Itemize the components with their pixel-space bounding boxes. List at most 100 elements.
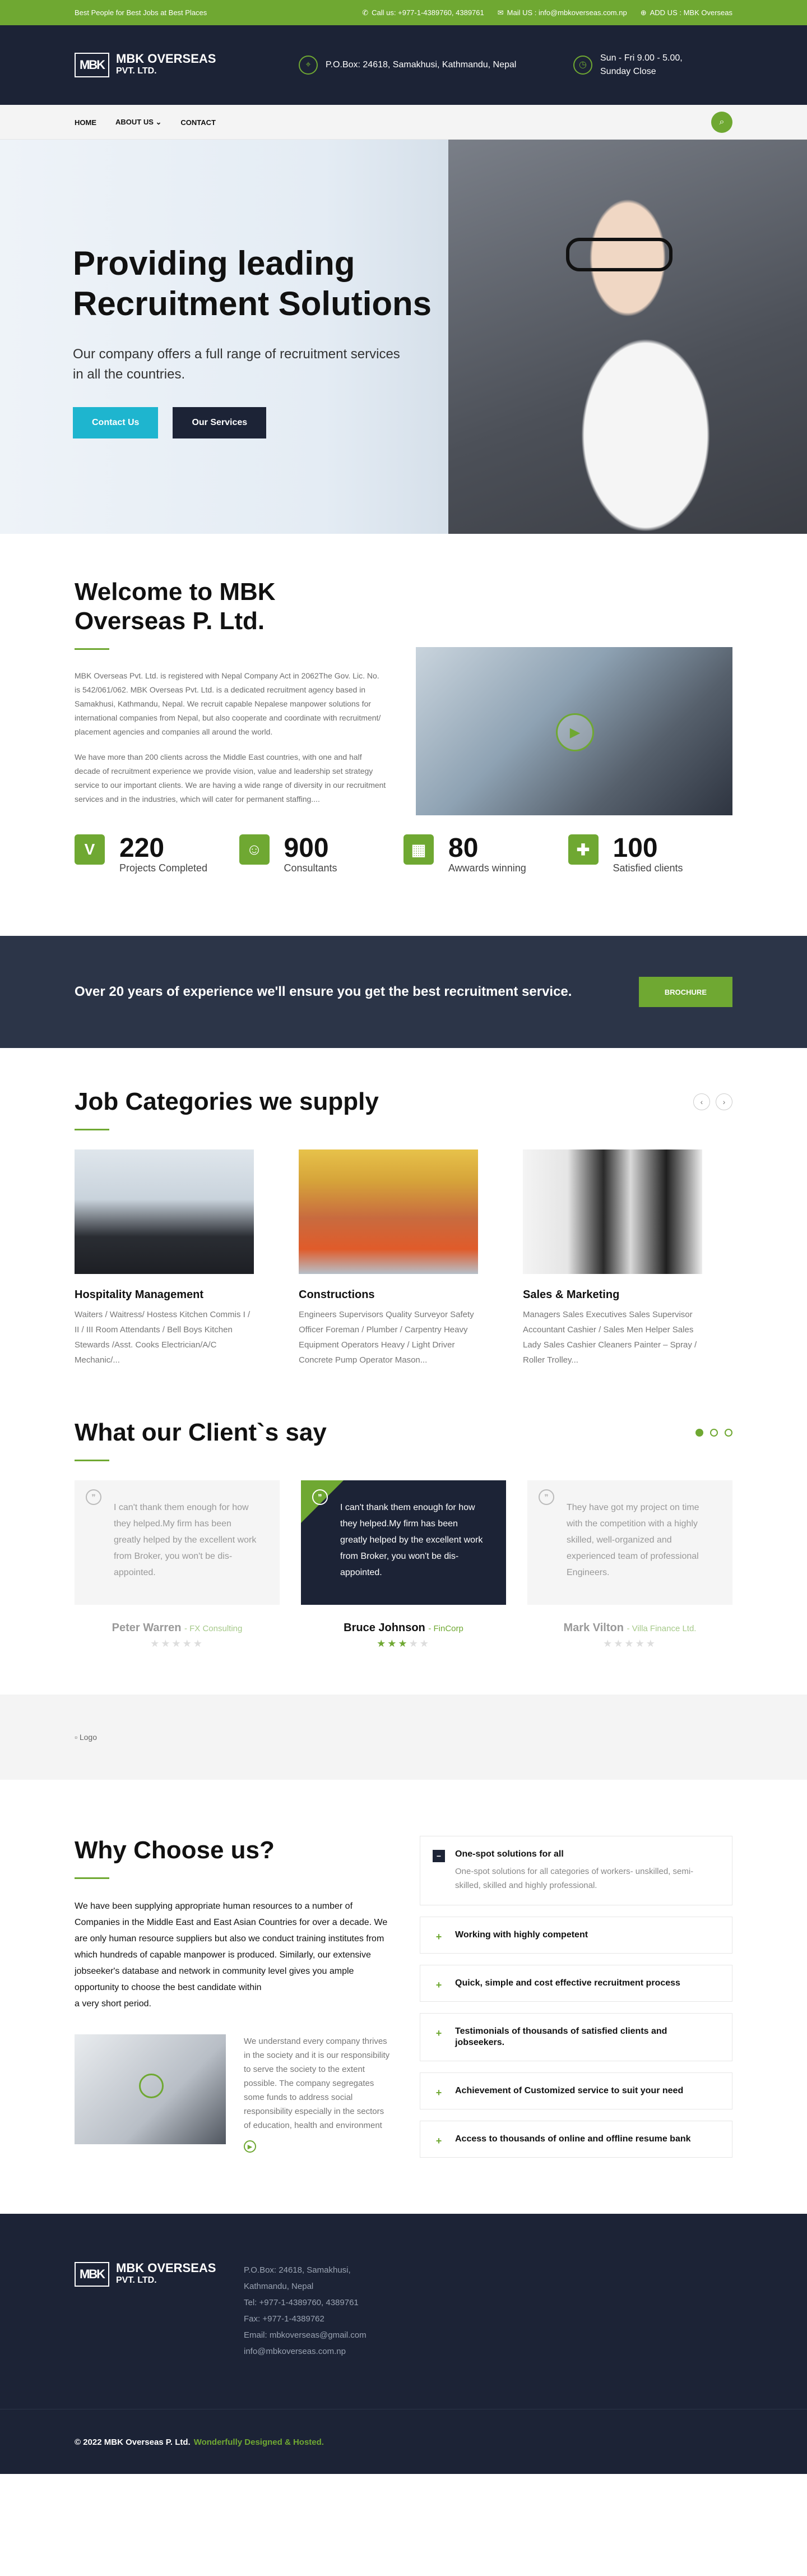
testimonial-card: ❞ I can't thank them enough for how they… [301, 1480, 506, 1650]
footer-address: P.O.Box: 24618, Samakhusi, Kathmandu, Ne… [244, 2262, 367, 2360]
title-underline [75, 1129, 109, 1130]
copyright-bar: © 2022 MBK Overseas P. Ltd. Wonderfully … [0, 2409, 807, 2474]
title-underline [75, 648, 109, 650]
stat-projects: V 220 Projects Completed [75, 834, 239, 874]
plus-icon[interactable]: + [433, 1931, 445, 1943]
title-underline [75, 1877, 109, 1879]
category-card[interactable]: Constructions Engineers Supervisors Qual… [299, 1149, 478, 1368]
main-nav: HOME ABOUT US ⌄ CONTACT ⌕ [0, 105, 807, 140]
welcome-section: Welcome to MBK Overseas P. Ltd. MBK Over… [0, 534, 807, 908]
category-card[interactable]: Sales & Marketing Managers Sales Executi… [523, 1149, 702, 1368]
mail-info[interactable]: ✉ Mail US : info@mbkoverseas.com.np [498, 8, 627, 17]
accordion-item[interactable]: + Access to thousands of online and offl… [420, 2121, 732, 2158]
user-plus-icon: ⊕ [640, 8, 647, 17]
welcome-paragraph-2: We have more than 200 clients across the… [75, 753, 386, 804]
site-logo[interactable]: MBK MBK OVERSEAS PVT. LTD. [75, 53, 299, 77]
clock-icon: ◷ [573, 56, 592, 75]
hero-image-detail [566, 238, 672, 271]
rating-stars: ★★★★★ [377, 1638, 430, 1649]
prev-arrow-icon[interactable]: ‹ [693, 1093, 710, 1110]
hero-subtitle: Our company offers a full range of recru… [73, 347, 400, 382]
minus-icon[interactable]: − [433, 1850, 445, 1862]
logo-mark: MBK [75, 2262, 109, 2287]
add-info[interactable]: ⊕ ADD US : MBK Overseas [641, 8, 732, 17]
our-services-button[interactable]: Our Services [173, 407, 267, 438]
nav-contact[interactable]: CONTACT [180, 118, 216, 127]
footer-email-link[interactable]: Email: mbkoverseas@gmail.com [244, 2327, 367, 2343]
category-text: Engineers Supervisors Quality Surveyor S… [299, 1310, 474, 1365]
search-icon: ⌕ [719, 117, 725, 127]
category-title[interactable]: Constructions [299, 1289, 478, 1301]
vimeo-icon: V [75, 834, 105, 865]
why-title: Why Choose us? [75, 1836, 275, 1864]
why-image [75, 2034, 226, 2144]
header-address: ⌖ P.O.Box: 24618, Samakhusi, Kathmandu, … [299, 56, 573, 75]
github-icon: ☺ [239, 834, 270, 865]
welcome-video-image[interactable]: ▶ [416, 647, 732, 815]
cta-band: Over 20 years of experience we'll ensure… [0, 936, 807, 1048]
category-title[interactable]: Sales & Marketing [523, 1289, 702, 1301]
slider-dot[interactable] [710, 1429, 718, 1437]
footer-logo[interactable]: MBK MBK OVERSEAS PVT. LTD. [75, 2262, 244, 2360]
copyright-text: © 2022 MBK Overseas P. Ltd. [75, 2437, 191, 2447]
stat-awards: ▦ 80 Awwards winning [404, 834, 568, 874]
accordion-item[interactable]: + Working with highly competent [420, 1917, 732, 1954]
stat-clients: ✚ 100 Satisfied clients [568, 834, 733, 874]
welcome-paragraph-1: MBK Overseas Pvt. Ltd. is registered wit… [75, 671, 381, 736]
call-info[interactable]: ✆ Call us: +977-1-4389760, 4389761 [362, 8, 484, 17]
nav-home[interactable]: HOME [75, 118, 96, 127]
brochure-button[interactable]: BROCHURE [638, 977, 732, 1007]
testimonial-quote: ❞ I can't thank them enough for how they… [301, 1480, 506, 1605]
why-sub-text: We understand every company thrives in t… [244, 2037, 390, 2130]
accordion-item[interactable]: + Quick, simple and cost effective recru… [420, 1965, 732, 2002]
hero-image [448, 140, 807, 534]
category-image [299, 1149, 478, 1274]
nav-about-us[interactable]: ABOUT US ⌄ [115, 118, 161, 127]
testimonials-title: What our Client`s say [75, 1419, 327, 1446]
testimonial-card: ❞ They have got my project on time with … [527, 1480, 732, 1650]
job-categories-section: Job Categories we supply ‹ › Hospitality… [0, 1048, 807, 1401]
rating-stars: ★★★★★ [603, 1638, 657, 1649]
category-title[interactable]: Hospitality Management [75, 1289, 254, 1301]
qrcode-icon: ▦ [404, 834, 434, 865]
mail-icon: ✉ [497, 8, 504, 17]
testimonial-author: Peter Warren - FX Consulting [112, 1622, 243, 1634]
read-more-icon[interactable]: ▶ [244, 2140, 256, 2153]
testimonial-author: Mark Vilton - Villa Finance Ltd. [563, 1622, 697, 1634]
slider-dot[interactable] [725, 1429, 732, 1437]
title-underline [75, 1460, 109, 1461]
plus-icon[interactable]: + [433, 2086, 445, 2099]
credit-link[interactable]: Wonderfully Designed & Hosted. [194, 2437, 324, 2447]
categories-title: Job Categories we supply [75, 1088, 379, 1115]
accordion-item[interactable]: + Testimonials of thousands of satisfied… [420, 2013, 732, 2061]
header: MBK MBK OVERSEAS PVT. LTD. ⌖ P.O.Box: 24… [0, 25, 807, 105]
footer-email-link[interactable]: info@mbkoverseas.com.np [244, 2343, 367, 2360]
plus-icon[interactable]: + [433, 1979, 445, 1991]
play-icon[interactable]: ▶ [556, 713, 595, 751]
category-text: Managers Sales Executives Sales Supervis… [523, 1310, 697, 1365]
accordion-item[interactable]: − One-spot solutions for all One-spot so… [420, 1836, 732, 1905]
category-card[interactable]: Hospitality Management Waiters / Waitres… [75, 1149, 254, 1368]
quote-icon: ❞ [539, 1489, 554, 1505]
cta-text: Over 20 years of experience we'll ensure… [75, 984, 572, 999]
quote-icon: ❞ [86, 1489, 101, 1505]
top-bar: Best People for Best Jobs at Best Places… [0, 0, 807, 25]
hero-banner: Providing leading Recruitment Solutions … [0, 140, 807, 534]
gift-icon: ✚ [568, 834, 599, 865]
header-hours: ◷ Sun - Fri 9.00 - 5.00, Sunday Close [573, 52, 683, 79]
contact-us-button[interactable]: Contact Us [73, 407, 159, 438]
next-arrow-icon[interactable]: › [716, 1093, 732, 1110]
testimonials-section: What our Client`s say ❞ I can't thank th… [0, 1401, 807, 1695]
welcome-title: Welcome to MBK Overseas P. Ltd. [75, 578, 276, 635]
plus-icon[interactable]: + [433, 2027, 445, 2039]
client-logos-strip: ▫ Logo [0, 1695, 807, 1780]
testimonial-quote: ❞ They have got my project on time with … [527, 1480, 732, 1605]
rating-stars: ★★★★★ [150, 1638, 204, 1649]
slider-dot[interactable] [695, 1429, 703, 1437]
testimonial-quote: ❞ I can't thank them enough for how they… [75, 1480, 280, 1605]
accordion-item[interactable]: + Achievement of Customized service to s… [420, 2072, 732, 2109]
footer: MBK MBK OVERSEAS PVT. LTD. P.O.Box: 2461… [0, 2214, 807, 2409]
tagline: Best People for Best Jobs at Best Places [75, 8, 207, 17]
search-button[interactable]: ⌕ [711, 112, 732, 133]
plus-icon[interactable]: + [433, 2135, 445, 2147]
